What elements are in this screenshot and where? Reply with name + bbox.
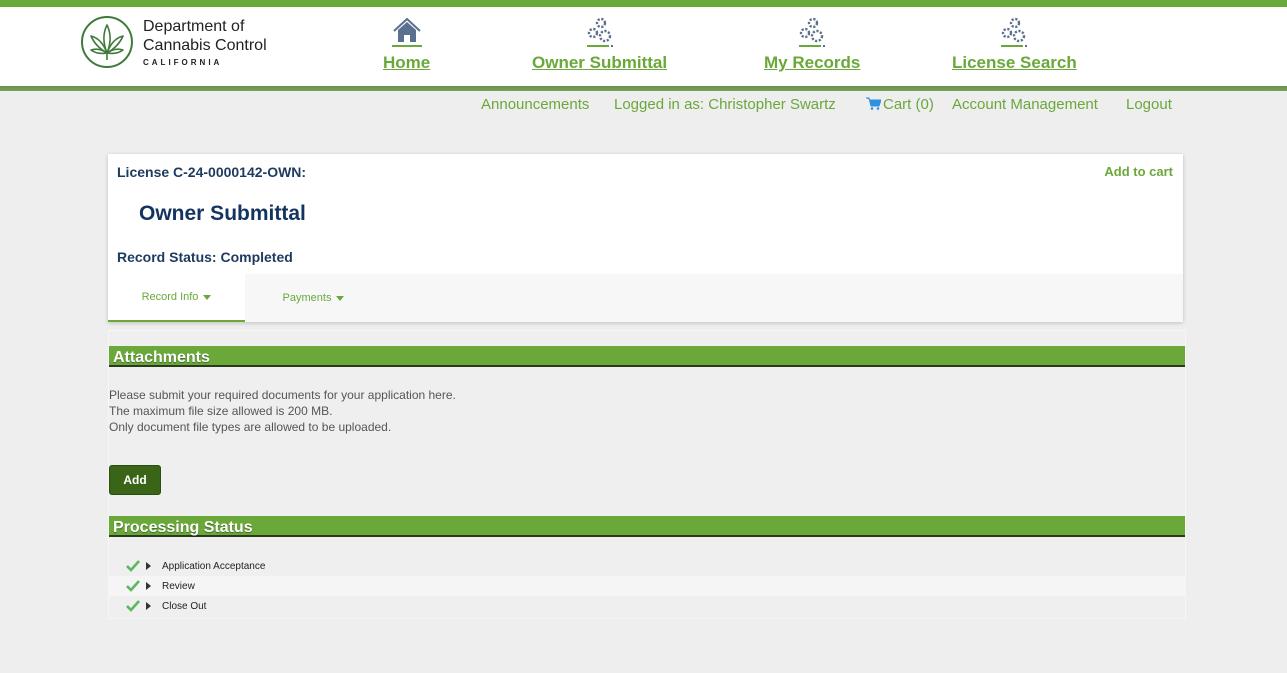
record-status: Record Status: Completed [117, 249, 293, 265]
nav-my-records-label: My Records [764, 53, 861, 72]
gears-icon [799, 17, 826, 47]
checkmark-icon [126, 560, 140, 572]
page-title: Owner Submittal [139, 202, 306, 225]
status-step: Review [109, 576, 1185, 596]
logo-subtitle: CALIFORNIA [143, 58, 223, 67]
record-card: License C-24-0000142-OWN: Add to cart Ow… [108, 154, 1183, 322]
nav-owner-submittal-label: Owner Submittal [532, 53, 668, 72]
status-step-label: Application Acceptance [162, 560, 266, 572]
account-management-link[interactable]: Account Management [952, 96, 1098, 113]
add-to-cart-link[interactable]: Add to cart [1104, 164, 1173, 179]
nav-my-records[interactable]: My Records [764, 15, 860, 73]
expand-arrow-icon[interactable] [146, 602, 151, 610]
processing-status-heading: Processing Status [109, 516, 1185, 537]
tab-payments[interactable]: Payments [245, 274, 382, 322]
nav-home[interactable]: Home [383, 15, 430, 73]
nav-license-search[interactable]: License Search [952, 15, 1077, 73]
logo-text: Department of Cannabis Control CALIFORNI… [143, 17, 267, 67]
logo-line-1: Department of [143, 18, 245, 35]
announcements-link[interactable]: Announcements [481, 96, 589, 113]
status-step: Close Out [109, 596, 1185, 616]
caret-down-icon [203, 294, 212, 300]
logged-in-user: Logged in as: Christopher Swartz [614, 96, 836, 113]
gears-icon [1001, 17, 1028, 47]
record-details-panel: Attachments Please submit your required … [108, 330, 1186, 619]
status-step-label: Close Out [162, 600, 207, 612]
dcc-logo[interactable]: Department of Cannabis Control CALIFORNI… [80, 15, 267, 69]
gears-icon [586, 17, 613, 47]
instruction-line: Only document file types are allowed to … [109, 420, 392, 434]
checkmark-icon [126, 600, 140, 612]
attachments-instructions: Please submit your required documents fo… [109, 387, 456, 435]
add-attachment-button[interactable]: Add [109, 465, 161, 495]
top-stripe [0, 0, 1287, 7]
attachments-heading: Attachments [109, 346, 1185, 367]
tab-record-info[interactable]: Record Info [108, 274, 245, 322]
tab-record-info-label: Record Info [141, 291, 199, 303]
tab-payments-label: Payments [282, 292, 332, 304]
site-header: Department of Cannabis Control CALIFORNI… [0, 7, 1287, 87]
cart-link[interactable]: Cart (0) [866, 96, 934, 113]
status-step-label: Review [162, 580, 195, 592]
home-icon [391, 17, 422, 47]
instruction-line: Please submit your required documents fo… [109, 388, 456, 402]
record-tabs: Record Info Payments [108, 274, 1183, 322]
license-number: License C-24-0000142-OWN: [117, 164, 307, 180]
checkmark-icon [126, 580, 140, 592]
expand-arrow-icon[interactable] [146, 562, 151, 570]
header-divider [0, 86, 1287, 91]
caret-down-icon [336, 295, 345, 301]
cart-icon [866, 97, 881, 110]
cart-label: Cart (0) [883, 96, 934, 113]
logout-link[interactable]: Logout [1126, 96, 1172, 113]
cannabis-leaf-icon [81, 16, 133, 68]
nav-owner-submittal[interactable]: Owner Submittal [532, 15, 667, 73]
nav-home-label: Home [383, 53, 431, 72]
status-step: Application Acceptance [109, 556, 1185, 576]
nav-license-search-label: License Search [952, 53, 1077, 72]
logo-line-2: Cannabis Control [143, 37, 267, 54]
expand-arrow-icon[interactable] [146, 582, 151, 590]
instruction-line: The maximum file size allowed is 200 MB. [109, 404, 333, 418]
